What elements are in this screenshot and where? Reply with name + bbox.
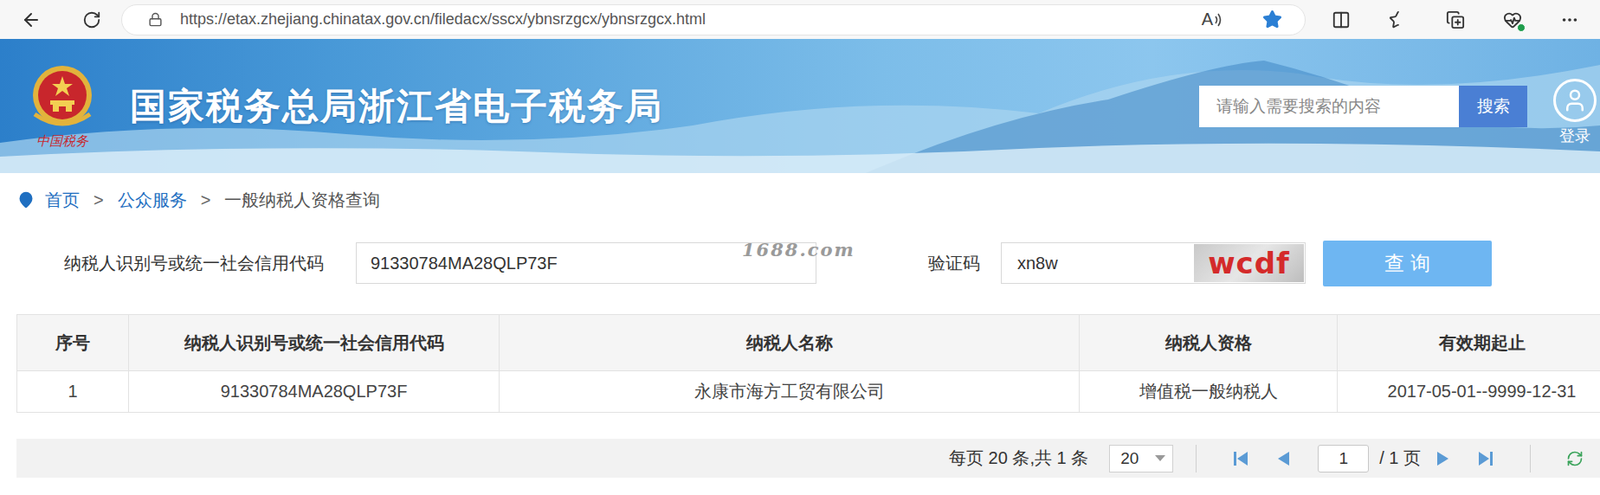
captcha-label: 验证码 xyxy=(928,251,981,276)
page-input[interactable] xyxy=(1317,445,1369,473)
table-cell: 永康市海方工贸有限公司 xyxy=(499,371,1080,413)
query-button[interactable]: 查 询 xyxy=(1322,240,1492,287)
taxpayer-id-label: 纳税人识别号或统一社会信用代码 xyxy=(64,251,324,276)
next-page-button[interactable] xyxy=(1429,445,1456,472)
table-cell: 91330784MA28QLP73F xyxy=(129,371,500,413)
favorite-star-icon[interactable] xyxy=(1262,9,1283,30)
site-header: 中国税务 国家税务总局浙江省电子税务局 搜索登录 xyxy=(0,38,1600,174)
status-badge xyxy=(1516,23,1526,33)
address-bar[interactable]: https://etax.zhejiang.chinatax.gov.cn/fi… xyxy=(121,4,1306,36)
split-screen-button[interactable] xyxy=(1331,10,1351,30)
column-header: 纳税人名称 xyxy=(499,315,1080,371)
last-page-icon xyxy=(1476,449,1496,469)
breadcrumb-separator: > xyxy=(93,190,104,211)
dropdown-arrow-icon xyxy=(1154,455,1166,463)
favorites-icon xyxy=(1388,10,1408,30)
next-page-icon xyxy=(1432,449,1452,469)
previous-page-icon xyxy=(1274,449,1294,469)
back-arrow-icon xyxy=(20,9,42,31)
refresh-icon xyxy=(82,10,102,30)
result-table: 序号纳税人识别号或统一社会信用代码纳税人名称纳税人资格有效期起止19133078… xyxy=(16,314,1600,413)
pager-separator xyxy=(1195,445,1197,473)
user-icon xyxy=(1561,87,1588,114)
table-cell: 1 xyxy=(17,371,130,413)
back-button[interactable] xyxy=(13,4,49,36)
location-pin-icon xyxy=(17,191,35,209)
captcha-input[interactable] xyxy=(1001,243,1194,284)
taxpayer-id-field: 1688.com xyxy=(355,242,817,284)
lock-icon xyxy=(148,12,163,27)
table-header: 序号纳税人识别号或统一社会信用代码纳税人名称纳税人资格有效期起止 xyxy=(17,315,1600,372)
site-search: 搜索 xyxy=(1199,85,1528,128)
first-page-icon xyxy=(1231,449,1251,469)
site-logo[interactable]: 中国税务 xyxy=(22,62,103,150)
query-form: 纳税人识别号或统一社会信用代码 1688.com 验证码 wcdf 查 询 xyxy=(0,226,1600,300)
first-page-button[interactable] xyxy=(1227,445,1254,472)
site-title: 国家税务总局浙江省电子税务局 xyxy=(129,82,664,131)
breadcrumb: 首页 > 公众服务 > 一般纳税人资格查询 xyxy=(0,173,1600,227)
logo-caption: 中国税务 xyxy=(36,133,89,150)
captcha-field: wcdf xyxy=(1000,242,1306,284)
avatar xyxy=(1553,78,1597,123)
pager-separator xyxy=(1529,445,1531,473)
last-page-button[interactable] xyxy=(1472,445,1499,472)
previous-page-button[interactable] xyxy=(1270,445,1297,472)
tax-emblem-icon xyxy=(25,62,99,132)
page-size-select[interactable]: 20 xyxy=(1109,445,1174,473)
login-button[interactable]: 登录 xyxy=(1553,78,1597,147)
browser-tools xyxy=(1331,10,1580,30)
favorites-button[interactable] xyxy=(1388,10,1408,30)
table-row[interactable]: 191330784MA28QLP73F永康市海方工贸有限公司增值税一般纳税人20… xyxy=(17,371,1600,413)
page-total: / 1 页 xyxy=(1379,446,1421,471)
column-header: 有效期起止 xyxy=(1337,315,1600,371)
read-aloud-button[interactable]: A xyxy=(1201,9,1223,30)
table-cell: 2017-05-01--9999-12-31 xyxy=(1337,371,1600,413)
breadcrumb-item: 一般纳税人资格查询 xyxy=(224,188,381,213)
breadcrumb-item[interactable]: 公众服务 xyxy=(117,188,188,213)
collections-icon xyxy=(1445,10,1465,30)
more-button[interactable] xyxy=(1560,10,1580,30)
search-button[interactable]: 搜索 xyxy=(1458,85,1528,128)
column-header: 纳税人识别号或统一社会信用代码 xyxy=(129,315,500,371)
breadcrumb-item[interactable]: 首页 xyxy=(45,188,80,213)
pagination: 每页 20 条,共 1 条 20 / 1 页 xyxy=(16,438,1600,478)
column-header: 序号 xyxy=(17,315,130,371)
taxpayer-id-input[interactable] xyxy=(355,242,817,284)
ellipsis-icon xyxy=(1560,10,1580,30)
collections-button[interactable] xyxy=(1445,10,1465,30)
browser-essentials-button[interactable] xyxy=(1503,10,1523,30)
url-text: https://etax.zhejiang.chinatax.gov.cn/fi… xyxy=(180,10,1185,29)
breadcrumb-separator: > xyxy=(200,190,212,211)
reload-button[interactable] xyxy=(1561,445,1588,472)
table-cell: 增值税一般纳税人 xyxy=(1079,371,1338,413)
page: https://etax.zhejiang.chinatax.gov.cn/fi… xyxy=(0,0,1600,495)
captcha-image[interactable]: wcdf xyxy=(1193,244,1304,283)
column-header: 纳税人资格 xyxy=(1079,315,1338,371)
login-text: 登录 xyxy=(1559,125,1591,147)
refresh-button[interactable] xyxy=(74,4,110,36)
split-screen-icon xyxy=(1331,10,1351,30)
browser-toolbar: https://etax.zhejiang.chinatax.gov.cn/fi… xyxy=(0,0,1600,39)
page-summary: 每页 20 条,共 1 条 xyxy=(948,446,1089,471)
sound-waves-icon xyxy=(1213,12,1223,28)
search-input[interactable] xyxy=(1199,85,1459,128)
watermark: 1688.com xyxy=(741,238,856,261)
reload-icon xyxy=(1566,450,1584,468)
